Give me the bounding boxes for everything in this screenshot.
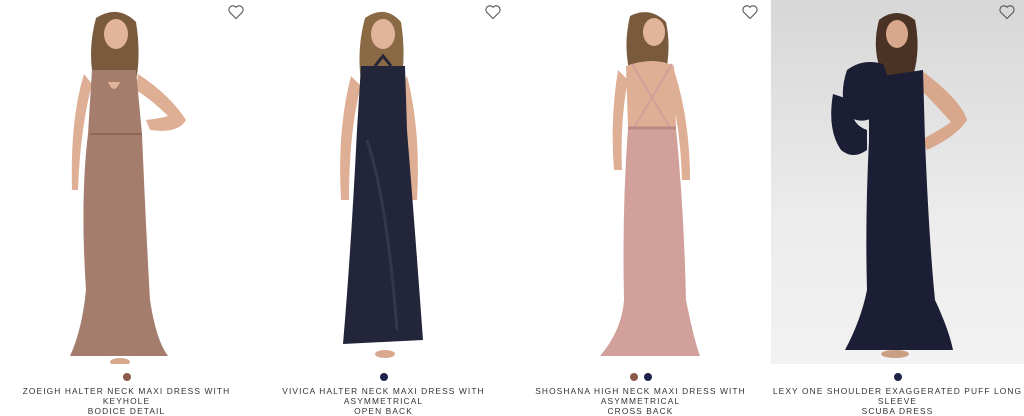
color-swatch[interactable] (893, 373, 902, 382)
product-card[interactable]: LEXY ONE SHOULDER EXAGGERATED PUFF LONG … (771, 0, 1024, 416)
product-title-line2: SCUBA DRESS (861, 406, 934, 416)
product-card[interactable]: ZOEIGH HALTER NECK MAXI DRESS WITH KEYHO… (0, 0, 253, 416)
product-title-line1: SHOSHANA HIGH NECK MAXI DRESS WITH ASYMM… (535, 386, 746, 406)
product-image[interactable] (257, 0, 510, 365)
product-title-line1: ZOEIGH HALTER NECK MAXI DRESS WITH KEYHO… (22, 386, 231, 406)
product-title[interactable]: VIVICA HALTER NECK MAXI DRESS WITH ASYMM… (259, 386, 509, 416)
product-title-line2: BODICE DETAIL (87, 406, 166, 416)
wishlist-heart-icon[interactable] (227, 4, 245, 20)
product-title[interactable]: LEXY ONE SHOULDER EXAGGERATED PUFF LONG … (773, 386, 1023, 416)
wishlist-heart-icon[interactable] (741, 4, 759, 20)
product-grid: ZOEIGH HALTER NECK MAXI DRESS WITH KEYHO… (0, 0, 1024, 416)
color-swatches (629, 373, 652, 382)
wishlist-heart-icon[interactable] (484, 4, 502, 20)
product-title-line2: OPEN BACK (354, 406, 413, 416)
product-title-line1: LEXY ONE SHOULDER EXAGGERATED PUFF LONG … (772, 386, 1023, 406)
product-title[interactable]: SHOSHANA HIGH NECK MAXI DRESS WITH ASYMM… (516, 386, 766, 416)
wishlist-heart-icon[interactable] (998, 4, 1016, 20)
color-swatch[interactable] (629, 373, 638, 382)
product-title-line2: CROSS BACK (607, 406, 674, 416)
color-swatches (122, 373, 131, 382)
product-image[interactable] (0, 0, 253, 365)
product-card[interactable]: SHOSHANA HIGH NECK MAXI DRESS WITH ASYMM… (514, 0, 767, 416)
color-swatch[interactable] (122, 373, 131, 382)
product-image[interactable] (514, 0, 767, 365)
product-title-line1: VIVICA HALTER NECK MAXI DRESS WITH ASYMM… (282, 386, 485, 406)
color-swatches (379, 373, 388, 382)
product-title[interactable]: ZOEIGH HALTER NECK MAXI DRESS WITH KEYHO… (2, 386, 252, 416)
product-image[interactable] (771, 0, 1024, 365)
color-swatch[interactable] (379, 373, 388, 382)
color-swatch[interactable] (643, 373, 652, 382)
product-card[interactable]: VIVICA HALTER NECK MAXI DRESS WITH ASYMM… (257, 0, 510, 416)
color-swatches (893, 373, 902, 382)
